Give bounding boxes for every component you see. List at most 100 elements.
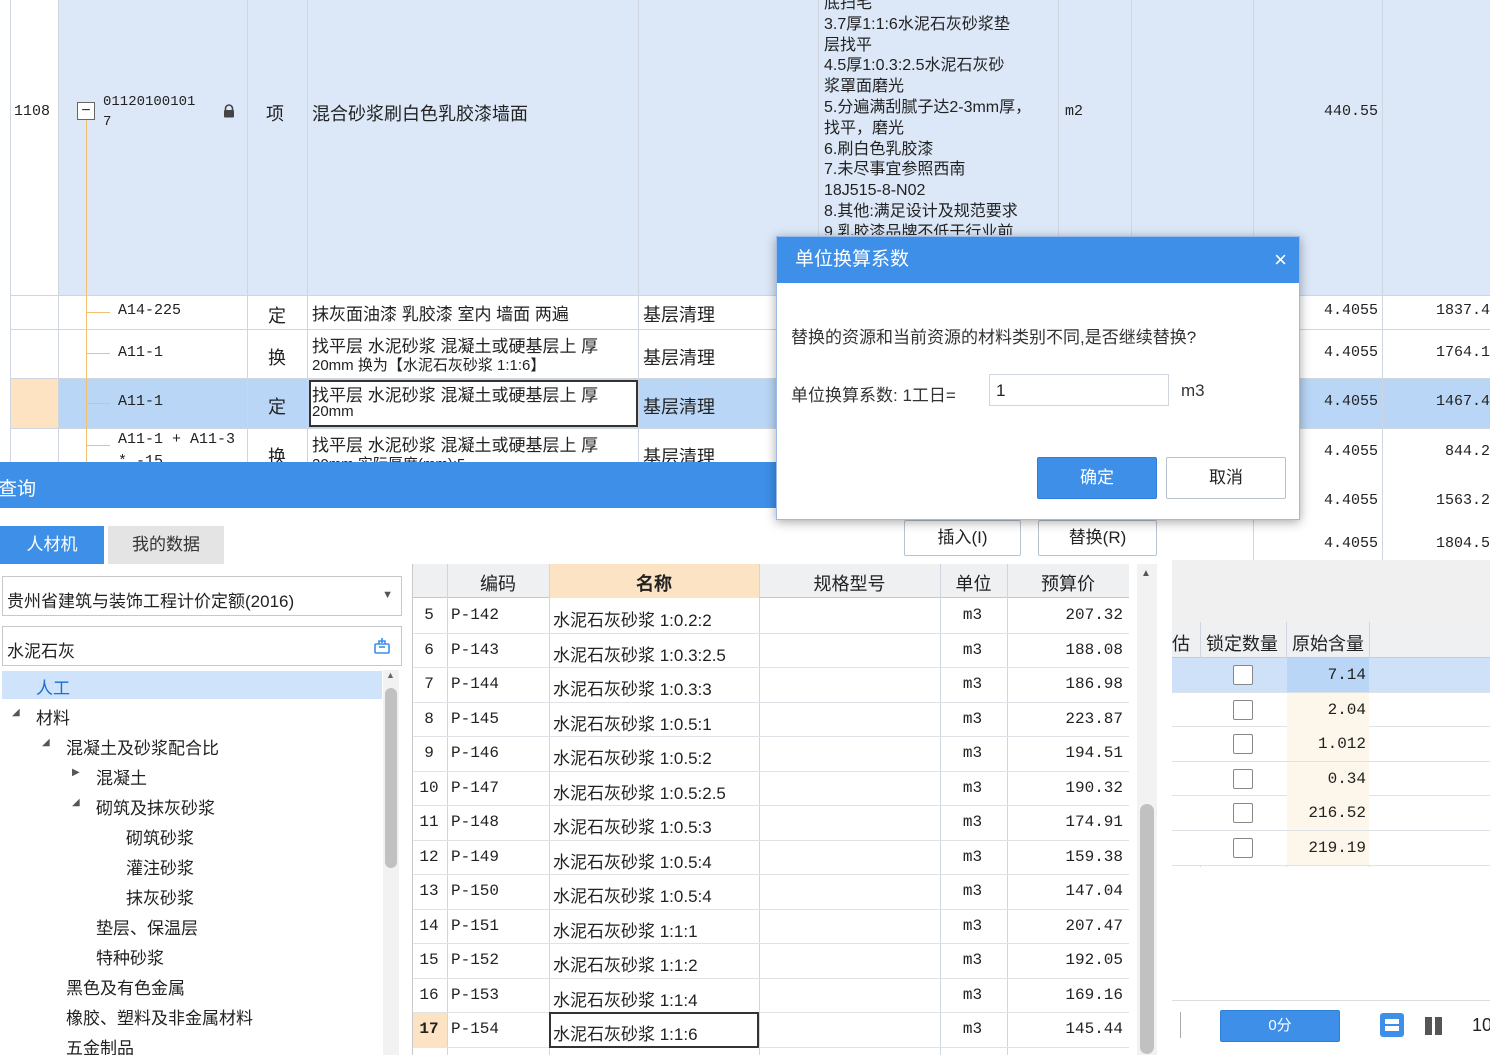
cell-price: 207.47 xyxy=(1065,916,1123,935)
score-button[interactable]: 0分 xyxy=(1220,1010,1340,1042)
sub-qty: 4.4055 xyxy=(1323,443,1378,460)
factor-input[interactable]: 1 xyxy=(989,374,1169,406)
tree-item[interactable]: 抹灰砂浆 xyxy=(126,884,194,909)
ok-button[interactable]: 确定 xyxy=(1037,457,1157,499)
column-header[interactable]: 编码 xyxy=(447,570,549,596)
tree-item[interactable]: 橡胶、塑料及非金属材料 xyxy=(66,1004,253,1029)
lock-qty-checkbox[interactable] xyxy=(1233,734,1253,755)
insert-button[interactable]: 插入(I) xyxy=(904,520,1021,556)
lock-qty-checkbox[interactable] xyxy=(1233,838,1253,858)
feature-line: 底扫毛 xyxy=(824,0,873,12)
search-input[interactable]: 水泥石灰 xyxy=(2,626,402,666)
layout-rows-icon[interactable] xyxy=(1380,1013,1404,1037)
cell-price: 159.38 xyxy=(1065,847,1123,866)
cell-unit: m3 xyxy=(962,951,983,969)
feature-line: 4.5厚1:0.3:2.5水泥石灰砂 xyxy=(824,57,1005,75)
tree-item[interactable]: 材料 xyxy=(36,704,70,729)
quota-select[interactable]: 贵州省建筑与装饰工程计价定额(2016) ▼ xyxy=(2,576,402,616)
cell-unit: m3 xyxy=(962,640,983,659)
row-index: 1108 xyxy=(14,103,51,120)
cell-unit: m3 xyxy=(962,1020,983,1038)
tree-item[interactable]: 灌注砂浆 xyxy=(126,854,194,879)
cell-name: 水泥石灰砂浆 1:0.3:3 xyxy=(553,680,712,699)
cell-code: P-151 xyxy=(451,916,500,935)
col-header-estimate: 估 xyxy=(1172,634,1190,654)
cell-n: 12 xyxy=(419,847,439,866)
sub-qty: 4.4055 xyxy=(1323,344,1378,361)
sub-qty: 4.4055 xyxy=(1323,393,1378,410)
quota-select-value: 贵州省建筑与装饰工程计价定额(2016) xyxy=(7,592,295,611)
cell-unit: m3 xyxy=(962,916,983,935)
right-panel: 估 锁定数量 原始含量 7.14 2.04 1.012 0.34 216.52 219.1… xyxy=(1172,560,1490,1055)
sub-amount: 1764.1 xyxy=(1435,344,1490,361)
cell-price: 147.04 xyxy=(1065,882,1123,900)
sub-type: 定 xyxy=(268,397,286,417)
cell-n: 16 xyxy=(419,985,439,1004)
extra-qty-2: 4.4055 xyxy=(1323,535,1378,552)
row-qty: 440.55 xyxy=(1323,103,1378,120)
lock-qty-checkbox[interactable] xyxy=(1233,665,1253,685)
sub-name-line2: 20mm xyxy=(312,403,354,420)
cell-unit: m3 xyxy=(962,675,983,693)
cell-code: P-144 xyxy=(451,675,500,693)
cell-name: 水泥石灰砂浆 1:0.5:2.5 xyxy=(553,783,726,803)
tree-scrollbar[interactable]: ▲ xyxy=(383,670,399,1055)
column-header[interactable]: 名称 xyxy=(549,570,759,596)
row-name: 混合砂浆刷白色乳胶漆墙面 xyxy=(312,104,528,124)
collapse-icon[interactable]: − xyxy=(77,102,95,120)
cell-n: 5 xyxy=(424,606,434,624)
tree-item[interactable]: 特种砂浆 xyxy=(96,944,164,969)
cell-price: 194.51 xyxy=(1065,744,1123,762)
chevron-down-icon: ▼ xyxy=(382,589,393,601)
sub-content: 基层清理 xyxy=(643,397,715,417)
lock-qty-checkbox[interactable] xyxy=(1233,699,1253,720)
tree-item[interactable]: 混凝土及砂浆配合比 xyxy=(66,734,219,759)
row-unit: m2 xyxy=(1065,103,1084,120)
sub-amount: 1837.4 xyxy=(1435,302,1490,319)
collapse-arrow-icon[interactable]: ◢ xyxy=(42,737,50,748)
tree-item[interactable]: 黑色及有色金属 xyxy=(66,974,185,999)
tab-resources[interactable]: 人材机 xyxy=(0,526,104,564)
cell-unit: m3 xyxy=(962,744,983,762)
cell-n: 7 xyxy=(424,675,434,693)
collapse-arrow-icon[interactable]: ◢ xyxy=(72,797,80,808)
column-header[interactable]: 规格型号 xyxy=(759,570,940,596)
cell-name: 水泥石灰砂浆 1:0.5:3 xyxy=(553,818,712,837)
tree-item[interactable]: 砌筑及抹灰砂浆 xyxy=(96,794,215,819)
dialog-title: 单位换算系数 xyxy=(795,249,910,270)
table-scrollbar[interactable]: ▲ xyxy=(1137,564,1157,1055)
close-icon[interactable]: × xyxy=(1274,237,1287,283)
tree-item[interactable]: 五金制品 xyxy=(66,1034,134,1055)
lock-qty-checkbox[interactable] xyxy=(1233,803,1253,824)
collapse-arrow-icon[interactable]: ◢ xyxy=(12,707,20,718)
tree-item[interactable]: 垫层、保温层 xyxy=(96,914,198,939)
cell-n: 6 xyxy=(424,640,434,659)
col-header-original-qty: 原始含量 xyxy=(1292,634,1364,654)
expand-arrow-icon[interactable]: ▶ xyxy=(72,767,80,778)
cancel-button[interactable]: 取消 xyxy=(1166,457,1286,499)
lock-qty-checkbox[interactable] xyxy=(1233,768,1253,789)
column-header[interactable]: 单位 xyxy=(940,570,1007,596)
cell-code: P-145 xyxy=(451,709,500,728)
tree-item[interactable]: 人工 xyxy=(36,674,70,699)
sub-amount: 1467.4 xyxy=(1435,393,1490,410)
tree-item[interactable]: 砌筑砂浆 xyxy=(126,824,194,849)
sub-qty: 4.4055 xyxy=(1323,302,1378,319)
cell-n: 13 xyxy=(419,882,439,900)
cell-n: 14 xyxy=(419,916,439,935)
dialog-header: 单位换算系数 × xyxy=(777,237,1299,283)
tab-my-data[interactable]: 我的数据 xyxy=(108,526,224,564)
replace-button[interactable]: 替换(R) xyxy=(1038,520,1157,556)
tree-item[interactable]: 混凝土 xyxy=(96,764,147,789)
original-qty-value: 219.19 xyxy=(1308,839,1366,857)
feature-line: 找平，磨光 xyxy=(824,119,905,137)
clear-search-icon[interactable] xyxy=(373,637,391,660)
layout-columns-icon[interactable] xyxy=(1424,1016,1444,1036)
cell-price: 223.87 xyxy=(1065,709,1123,728)
feature-line: 3.7厚1:1:6水泥石灰砂浆垫 xyxy=(824,15,1010,33)
cell-price: 145.44 xyxy=(1065,1020,1123,1038)
original-qty-value: 2.04 xyxy=(1327,700,1366,719)
cell-unit: m3 xyxy=(962,709,983,728)
feature-line: 6.刷白色乳胶漆 xyxy=(824,140,934,158)
column-header[interactable]: 预算价 xyxy=(1007,570,1129,596)
